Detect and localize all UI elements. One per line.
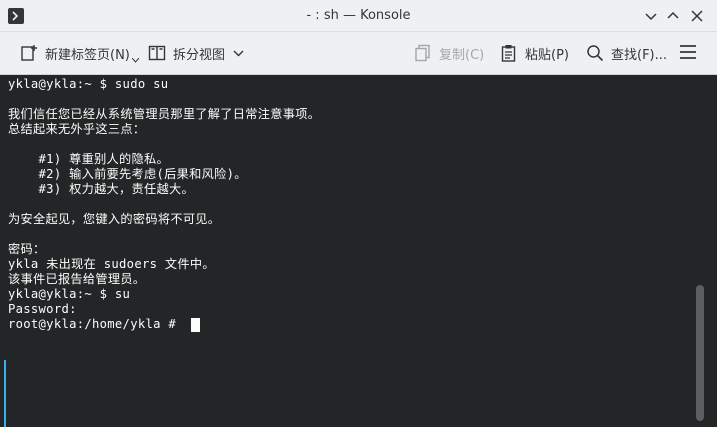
- new-tab-label: 新建标签页(N): [45, 47, 130, 63]
- close-icon: [691, 10, 703, 22]
- terminal-line: ykla 未出现在 sudoers 文件中。: [8, 257, 215, 271]
- window-title: - : sh — Konsole: [306, 8, 411, 23]
- close-button[interactable]: [687, 6, 707, 26]
- toolbar: 新建标签页(N) 拆分视图 复制(C) 粘贴(P) 查找(F)...: [0, 32, 717, 75]
- dropdown-arrow-icon: [131, 57, 139, 63]
- minimize-button[interactable]: [641, 6, 661, 26]
- hamburger-menu-icon: [680, 45, 696, 59]
- terminal-view[interactable]: ykla@ykla:~ $ sudo su 我们信任您已经从系统管理员那里了解了…: [0, 75, 717, 427]
- terminal-line: #2) 输入前要先考虑(后果和风险)。: [8, 167, 247, 181]
- terminal-line: #3) 权力越大，责任越大。: [8, 182, 194, 196]
- terminal-line: root@ykla:/home/ykla #: [8, 317, 184, 331]
- terminal-line: 为安全起见，您键入的密码将不可见。: [8, 212, 221, 226]
- terminal-line: 密码：: [8, 242, 46, 256]
- new-tab-icon: [21, 45, 37, 61]
- terminal-line: 总结起来无外乎这三点：: [8, 122, 146, 136]
- search-icon: [587, 45, 604, 62]
- title-bar: - : sh — Konsole: [0, 0, 717, 32]
- new-tab-button[interactable]: 新建标签页(N): [20, 41, 139, 65]
- menu-button[interactable]: [679, 44, 697, 64]
- split-view-button[interactable]: 拆分视图: [148, 41, 251, 65]
- split-view-icon: [148, 45, 166, 61]
- find-button[interactable]: 查找(F)...: [586, 41, 667, 65]
- terminal-line: ykla@ykla:~ $ sudo su: [8, 77, 169, 91]
- chevron-up-icon: [667, 11, 679, 19]
- terminal-line: 我们信任您已经从系统管理员那里了解了日常注意事项。: [8, 107, 321, 121]
- copy-label: 复制(C): [439, 47, 485, 63]
- terminal-line: Password:: [8, 302, 77, 316]
- terminal-line: ykla@ykla:~ $ su: [8, 287, 131, 301]
- copy-button[interactable]: 复制(C): [414, 41, 484, 65]
- copy-icon: [415, 44, 430, 62]
- terminal-line: 该事件已报告给管理员。: [8, 272, 146, 286]
- terminal-line: #1) 尊重别人的隐私。: [8, 152, 169, 166]
- scrollbar-thumb[interactable]: [696, 285, 704, 421]
- maximize-button[interactable]: [663, 6, 683, 26]
- chevron-down-icon: [233, 50, 244, 56]
- find-label: 查找(F)...: [611, 47, 668, 63]
- focus-indicator: [4, 360, 6, 427]
- terminal-cursor: [191, 318, 200, 332]
- chevron-down-icon: [645, 13, 657, 21]
- paste-label: 粘贴(P): [525, 47, 569, 63]
- paste-button[interactable]: 粘贴(P): [500, 41, 569, 65]
- split-view-label: 拆分视图: [173, 47, 226, 63]
- paste-icon: [501, 45, 516, 62]
